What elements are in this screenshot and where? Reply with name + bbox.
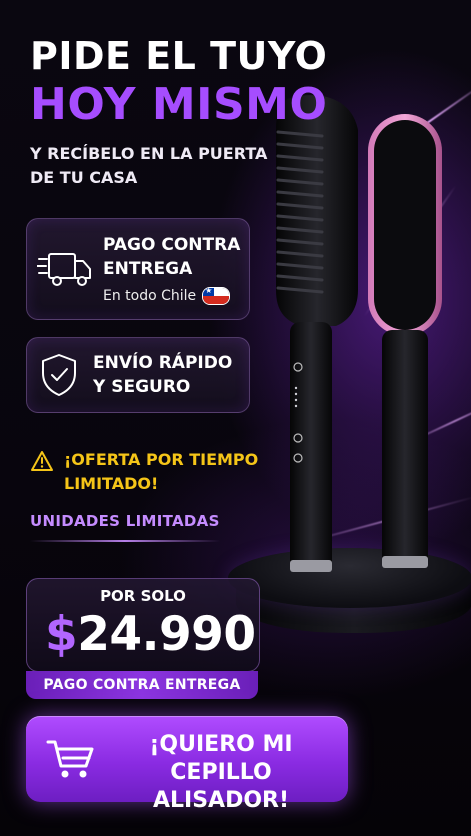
buy-now-button[interactable]: ¡QUIERO MI CEPILLO ALISADOR! xyxy=(26,716,348,813)
shield-check-icon xyxy=(42,354,76,396)
limited-offer-notice: ¡OFERTA POR TIEMPO LIMITADO! xyxy=(30,448,264,496)
price-value: $24.990 xyxy=(45,607,256,663)
buy-now-label-line2: CEPILLO ALISADOR! xyxy=(152,760,290,813)
coverage-text: En todo Chile xyxy=(103,288,197,304)
price-box: POR SOLO $24.990 xyxy=(26,578,260,672)
shipping-title-line1: ENVÍO RÁPIDO xyxy=(93,353,233,373)
offer-text-line2: LIMITADO! xyxy=(64,474,159,493)
headline-subline: Y RECÍBELO EN LA PUERTA DE TU CASA xyxy=(30,144,268,187)
offer-text: ¡OFERTA POR TIEMPO LIMITADO! xyxy=(64,448,264,496)
offer-text-line1: ¡OFERTA POR TIEMPO xyxy=(64,450,259,469)
currency-symbol: $ xyxy=(45,607,78,662)
coverage-note: En todo Chile ★ xyxy=(103,287,231,305)
limited-units-text: UNIDADES LIMITADAS xyxy=(30,512,220,530)
price-amount: 24.990 xyxy=(77,607,256,662)
divider xyxy=(30,540,220,542)
payment-method-badge: PAGO CONTRA ENTREGA xyxy=(26,671,258,699)
headline-line1: PIDE EL TUYO xyxy=(30,34,328,78)
shopping-cart-icon xyxy=(46,740,94,778)
delivery-truck-icon xyxy=(37,253,91,286)
warning-icon xyxy=(31,451,53,471)
shipping-title-line2: Y SEGURO xyxy=(93,377,191,397)
hair-brush-image xyxy=(276,95,442,572)
product-ad: PIDE EL TUYO HOY MISMO Y RECÍBELO EN LA … xyxy=(0,0,471,836)
headline-line2: HOY MISMO xyxy=(30,79,328,130)
shipping-feature-card: ENVÍO RÁPIDO Y SEGURO xyxy=(26,337,250,413)
payment-feature-card: PAGO CONTRA ENTREGA En todo Chile ★ xyxy=(26,218,250,320)
chile-flag-icon: ★ xyxy=(202,287,231,305)
payment-title-line2: ENTREGA xyxy=(103,259,193,279)
buy-now-label: ¡QUIERO MI CEPILLO ALISADOR! xyxy=(106,731,336,815)
price-prefix: POR SOLO xyxy=(100,587,186,605)
payment-title-line1: PAGO CONTRA xyxy=(103,235,241,255)
buy-now-label-line1: ¡QUIERO MI xyxy=(149,732,293,757)
